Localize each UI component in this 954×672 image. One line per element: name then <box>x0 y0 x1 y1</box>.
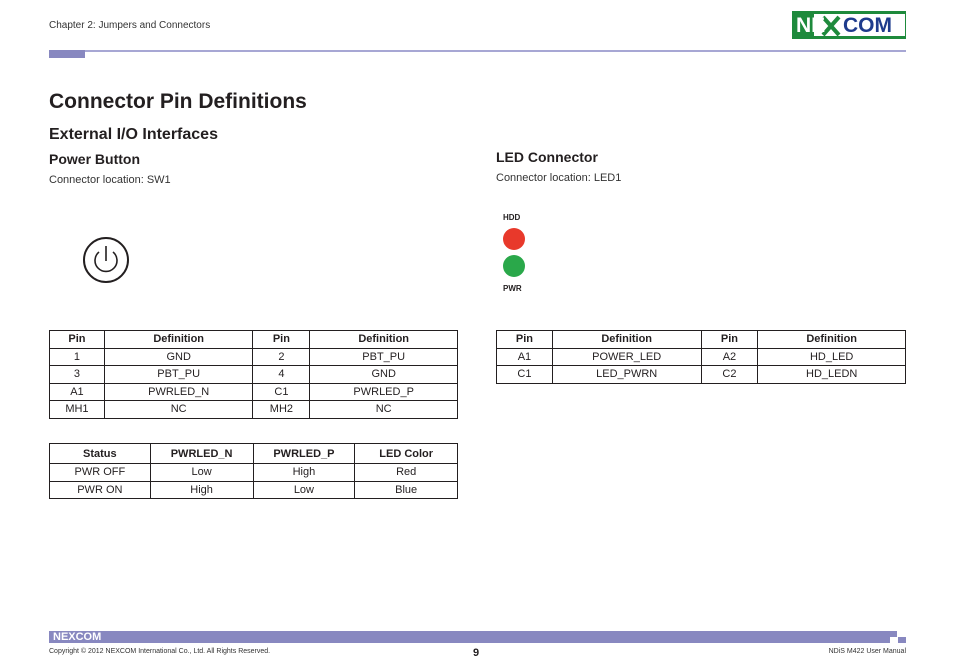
logo-ne-text: NE <box>796 14 826 37</box>
footer-decor-square <box>898 637 906 643</box>
chapter-header: Chapter 2: Jumpers and Connectors <box>49 20 211 31</box>
table-cell: GND <box>309 365 458 384</box>
table-row: PWR ON High Low Blue <box>49 480 458 499</box>
table-cell: LED_PWRN <box>551 365 702 384</box>
table-cell: POWER_LED <box>551 347 702 366</box>
table-header-row: Status PWRLED_N PWRLED_P LED Color <box>49 443 458 464</box>
table-cell: 4 <box>252 365 311 384</box>
table-cell: Red <box>354 463 458 482</box>
hdd-led-indicator <box>503 228 525 250</box>
table-row: MH1 NC MH2 NC <box>49 400 458 419</box>
column-header: LED Color <box>354 443 458 464</box>
table-cell: A1 <box>496 347 553 366</box>
logo-com-text: COM <box>843 14 892 37</box>
power-button-title: Power Button <box>49 151 140 167</box>
power-button-pin-table: Pin Definition Pin Definition 1 GND 2 PB… <box>49 330 458 419</box>
column-header: Pin <box>49 330 105 349</box>
led-connector-location: Connector location: LED1 <box>496 172 622 184</box>
header-accent-block <box>49 50 85 58</box>
column-header: Definition <box>757 330 906 349</box>
table-header-row: Pin Definition Pin Definition <box>496 330 906 349</box>
table-cell: GND <box>103 347 254 366</box>
table-cell: Low <box>149 463 254 482</box>
table-row: 1 GND 2 PBT_PU <box>49 347 458 366</box>
table-cell: Blue <box>354 480 458 499</box>
table-cell: High <box>149 480 254 499</box>
table-cell: NC <box>103 400 254 419</box>
column-header: Pin <box>700 330 759 349</box>
section-title: External I/O Interfaces <box>49 126 218 143</box>
table-cell: PWR OFF <box>49 463 151 482</box>
column-header: Status <box>49 443 151 464</box>
table-cell: PWR ON <box>49 480 151 499</box>
table-cell: 3 <box>49 365 105 384</box>
column-header: Pin <box>496 330 553 349</box>
manual-name: NDiS M422 User Manual <box>828 648 906 655</box>
table-cell: A2 <box>700 347 759 366</box>
table-cell: HD_LED <box>757 347 906 366</box>
power-symbol-icon <box>83 237 129 283</box>
table-row: A1 POWER_LED A2 HD_LED <box>496 347 906 366</box>
table-cell: 1 <box>49 347 105 366</box>
column-header: PWRLED_P <box>252 443 356 464</box>
column-header: Pin <box>252 330 311 349</box>
pwr-led-indicator <box>503 255 525 277</box>
table-cell: C2 <box>700 365 759 384</box>
table-cell: PWRLED_N <box>103 382 254 401</box>
table-row: 3 PBT_PU 4 GND <box>49 365 458 384</box>
power-led-status-table: Status PWRLED_N PWRLED_P LED Color PWR O… <box>49 443 458 499</box>
table-cell: C1 <box>252 382 311 401</box>
footer-bar <box>49 631 890 643</box>
table-row: A1 PWRLED_N C1 PWRLED_P <box>49 382 458 401</box>
pwr-led-label: PWR <box>503 284 522 293</box>
column-header: Definition <box>551 330 702 349</box>
table-cell: HD_LEDN <box>757 365 906 384</box>
page-number: 9 <box>473 647 480 659</box>
table-cell: A1 <box>49 382 105 401</box>
header-divider <box>85 50 906 52</box>
table-row: C1 LED_PWRN C2 HD_LEDN <box>496 365 906 384</box>
table-cell: PWRLED_P <box>309 382 458 401</box>
power-button-location: Connector location: SW1 <box>49 174 171 186</box>
table-header-row: Pin Definition Pin Definition <box>49 330 458 349</box>
column-header: Definition <box>309 330 458 349</box>
table-cell: Low <box>252 480 356 499</box>
nexcom-logo: NE COM <box>792 11 906 39</box>
led-connector-pin-table: Pin Definition Pin Definition A1 POWER_L… <box>496 330 906 384</box>
table-cell: C1 <box>496 365 553 384</box>
copyright-text: Copyright © 2012 NEXCOM International Co… <box>49 648 271 655</box>
table-cell: NC <box>309 400 458 419</box>
footer-decor-square <box>890 631 897 637</box>
table-row: PWR OFF Low High Red <box>49 463 458 482</box>
column-header: PWRLED_N <box>149 443 254 464</box>
table-cell: MH2 <box>252 400 311 419</box>
table-cell: PBT_PU <box>103 365 254 384</box>
column-header: Definition <box>103 330 254 349</box>
hdd-led-label: HDD <box>503 213 521 222</box>
table-cell: PBT_PU <box>309 347 458 366</box>
led-connector-title: LED Connector <box>496 149 598 165</box>
page-title: Connector Pin Definitions <box>49 90 307 113</box>
table-cell: High <box>252 463 356 482</box>
table-cell: 2 <box>252 347 311 366</box>
table-cell: MH1 <box>49 400 105 419</box>
footer-logo: NEXCOM <box>53 631 102 643</box>
